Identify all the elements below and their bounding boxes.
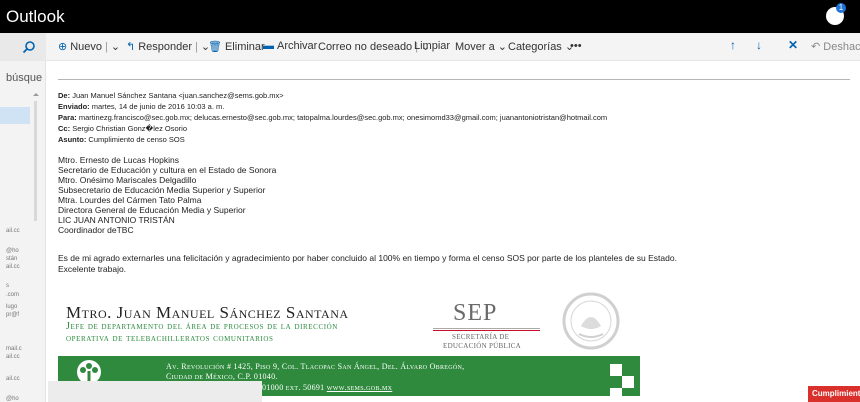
list-item-fragment: .com	[6, 292, 20, 298]
chevron-down-icon[interactable]: ⌄	[111, 40, 120, 53]
overlay-patch	[48, 381, 262, 402]
list-item-fragment: stán	[6, 256, 18, 262]
up-arrow-icon[interactable]: ↑	[730, 38, 736, 52]
list-item-fragment: ail.cc	[6, 264, 20, 270]
list-item-fragment: pr@f	[6, 312, 20, 318]
to-line: Para: martinezg.francisco@sec.gob.mx; de…	[58, 113, 607, 122]
list-item-fragment: mail.c	[6, 346, 22, 352]
address-line-1: Av. Revolución # 1425, Piso 9, Col. Tlac…	[166, 362, 465, 371]
new-button[interactable]: ⊕ Nuevo | ⌄	[58, 40, 120, 54]
sep-subtitle-2: EDUCACIÓN PÚBLICA	[443, 342, 522, 350]
move-to-button[interactable]: Mover a ⌄	[455, 40, 507, 54]
trash-icon: 🗑	[208, 41, 222, 53]
sent-line: Enviado: martes, 14 de junio de 2016 10:…	[58, 102, 224, 111]
sent-value: martes, 14 de junio de 2016 10:03 a. m.	[91, 102, 225, 111]
to-value: martinezg.francisco@sec.gob.mx; delucas.…	[78, 113, 608, 122]
archive-icon: ▬	[263, 40, 274, 52]
chevron-down-icon: ⌄	[497, 41, 507, 53]
signature-name: Mtro. Juan Manuel Sánchez Santana	[66, 303, 349, 322]
body-paragraph: Es de mi agrado externarles una felicita…	[58, 253, 677, 263]
subject-value: Cumplimiento de censo SOS	[88, 135, 185, 144]
body-line: Mtro. Onésimo Mariscales Delgadillo	[58, 175, 197, 185]
delete-label: Eliminar	[224, 40, 265, 53]
list-item-fragment: @ho	[6, 396, 19, 402]
separator: |	[195, 40, 198, 53]
list-item-fragment: ail.cc	[6, 354, 20, 360]
undo-label: Deshacer	[823, 41, 860, 53]
sep-subtitle-1: SECRETARÍA DE	[452, 333, 510, 341]
category-badge[interactable]: Cumplimiento	[808, 386, 860, 402]
sweep-label: Limpiar	[414, 40, 451, 52]
close-icon[interactable]: ✕	[788, 38, 798, 52]
top-bar	[0, 0, 860, 33]
block-logo-icon	[610, 364, 634, 398]
separator: |	[105, 40, 108, 53]
website-link[interactable]: www.sems.gob.mx	[327, 383, 393, 392]
list-item-fragment: s	[6, 283, 9, 289]
address-line-2: Ciudad de México, C.P. 01040.	[166, 372, 278, 381]
cc-label: Cc:	[58, 124, 71, 133]
archive-label: Archivar	[277, 40, 318, 52]
sep-logo-rule-red	[433, 330, 540, 331]
down-arrow-icon[interactable]: ↓	[756, 38, 762, 52]
undo-icon: ↶	[811, 41, 821, 53]
body-line: Directora General de Educación Media y S…	[58, 205, 246, 215]
body-line: Secretario de Educación y cultura en el …	[58, 165, 277, 175]
header-divider	[58, 79, 850, 80]
selected-message-item[interactable]	[0, 107, 30, 124]
sweep-button[interactable]: Limpiar	[414, 40, 450, 52]
from-label: De:	[58, 91, 71, 100]
sep-logo: SEP	[453, 300, 498, 326]
body-line: Coordinador deTBC	[58, 225, 134, 235]
more-button[interactable]: •••	[570, 40, 582, 52]
delete-button[interactable]: 🗑 Eliminar	[208, 40, 265, 54]
body-line: Subsecretario de Educación Media Superio…	[58, 185, 266, 195]
list-item-fragment: ail.cc	[6, 376, 20, 382]
signature-title-line2: operativa de telebachilleratos comunitar…	[66, 333, 274, 344]
reply-label: Responder	[138, 40, 193, 53]
sent-label: Enviado:	[58, 102, 90, 111]
sep-logo-rule	[433, 328, 540, 329]
junk-label: Correo no deseado	[318, 40, 413, 53]
new-label: Nuevo	[70, 40, 103, 53]
address-line-3: 01000 ext. 50691 www.sems.gob.mx	[262, 383, 392, 392]
app-title[interactable]: Outlook	[6, 7, 65, 27]
subject-label: Asunto:	[58, 135, 87, 144]
categories-button[interactable]: Categorías ⌄	[508, 40, 574, 54]
list-item-fragment: ail.cc	[6, 228, 20, 234]
body-closing: Excelente trabajo.	[58, 264, 127, 274]
undo-button[interactable]: ↶ Deshacer	[811, 40, 860, 53]
cc-line: Cc: Sergio Christian Gonz�lez Osorio	[58, 124, 187, 133]
categories-label: Categorías	[508, 40, 562, 53]
search-label: búsque	[6, 72, 43, 84]
search-icon[interactable]	[22, 40, 36, 54]
signature-title-line1: Jefe de departamento del área de proceso…	[66, 321, 338, 332]
mexico-seal-icon	[562, 292, 620, 350]
body-line: Mtro. Ernesto de Lucas Hopkins	[58, 155, 179, 165]
scrollbar[interactable]	[30, 93, 42, 402]
phone-text: 01000 ext. 50691	[262, 383, 327, 392]
plus-circle-icon: ⊕	[58, 41, 68, 53]
reply-icon: ↰	[126, 41, 136, 53]
move-to-label: Mover a	[455, 40, 495, 53]
list-item-fragment: @ho	[6, 248, 19, 254]
from-line: De: Juan Manuel Sánchez Santana <juan.sa…	[58, 91, 284, 100]
body-line: LIC JUAN ANTONIO TRISTÁN	[58, 215, 175, 225]
reply-button[interactable]: ↰ Responder | ⌄	[126, 40, 210, 54]
archive-button[interactable]: ▬ Archivar	[263, 40, 317, 52]
list-item-fragment: lugo	[6, 304, 18, 310]
subject-line: Asunto: Cumplimiento de censo SOS	[58, 135, 185, 144]
body-line: Mtra. Lourdes del Cármen Tato Palma	[58, 195, 202, 205]
to-label: Para:	[58, 113, 77, 122]
cc-value: Sergio Christian Gonz�lez Osorio	[72, 124, 188, 133]
notification-badge: 1	[836, 3, 846, 13]
from-value: Juan Manuel Sánchez Santana <juan.sanche…	[72, 91, 284, 100]
